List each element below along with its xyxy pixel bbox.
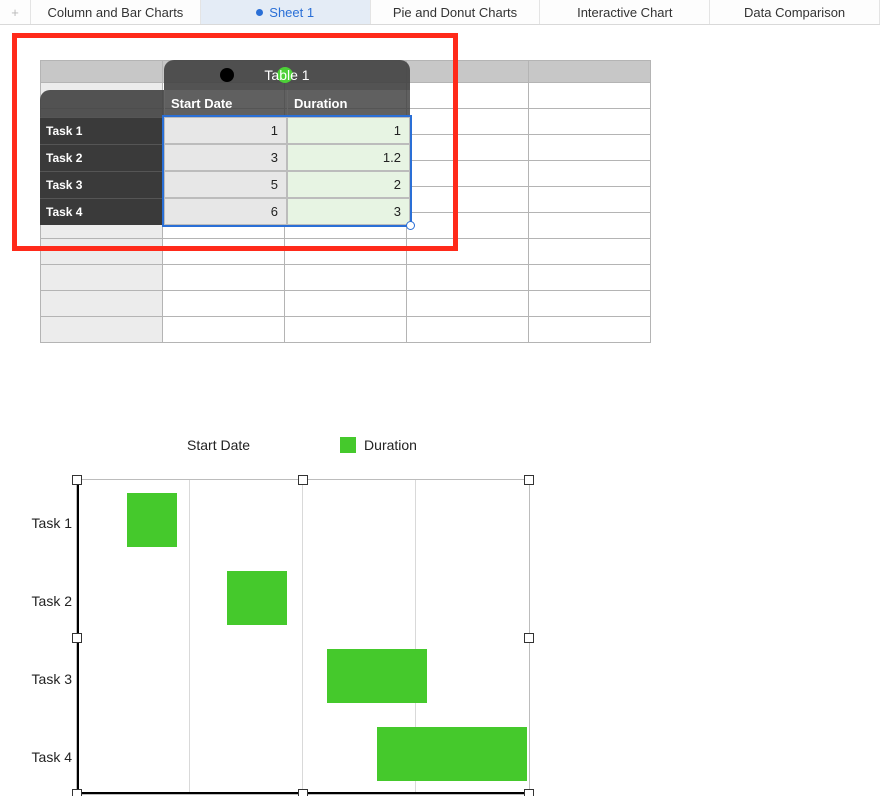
chart-bar-task3[interactable] bbox=[327, 649, 427, 703]
row-name-cell[interactable]: Task 3 bbox=[40, 171, 164, 198]
chart-bar-task1[interactable] bbox=[127, 493, 177, 547]
legend-label: Start Date bbox=[187, 437, 250, 453]
chart-resize-handle[interactable] bbox=[298, 789, 308, 796]
tab-label: Sheet 1 bbox=[269, 5, 314, 20]
row-name-cell[interactable]: Task 2 bbox=[40, 144, 164, 171]
tab-label: Data Comparison bbox=[744, 5, 845, 20]
tab-label: Interactive Chart bbox=[577, 5, 672, 20]
chart-resize-handle[interactable] bbox=[524, 475, 534, 485]
tab-interactive-chart[interactable]: Interactive Chart bbox=[540, 0, 710, 24]
chart-resize-handle[interactable] bbox=[524, 633, 534, 643]
table-title-bar[interactable]: Table 1 bbox=[164, 60, 410, 90]
chart-legend: Start Date Duration bbox=[22, 437, 582, 453]
table-header-row: Start Date Duration bbox=[40, 90, 410, 117]
header-duration[interactable]: Duration bbox=[287, 90, 410, 117]
header-empty[interactable] bbox=[40, 90, 164, 117]
legend-swatch-icon bbox=[340, 437, 356, 453]
y-axis-label: Task 2 bbox=[22, 593, 72, 609]
chart-bar-task2[interactable] bbox=[227, 571, 287, 625]
tab-label: Column and Bar Charts bbox=[47, 5, 183, 20]
chart-resize-handle[interactable] bbox=[524, 789, 534, 796]
legend-item-duration[interactable]: Duration bbox=[340, 437, 417, 453]
tab-data-comparison[interactable]: Data Comparison bbox=[710, 0, 880, 24]
selection-handle[interactable] bbox=[406, 221, 415, 230]
row-name-cell[interactable]: Task 4 bbox=[40, 198, 164, 225]
y-axis-label: Task 3 bbox=[22, 671, 72, 687]
tab-pie-donut-charts[interactable]: Pie and Donut Charts bbox=[371, 0, 541, 24]
tab-sheet-1[interactable]: Sheet 1 bbox=[201, 0, 371, 24]
legend-item-start-date[interactable]: Start Date bbox=[187, 437, 250, 453]
gridline bbox=[189, 480, 190, 794]
chart-resize-handle[interactable] bbox=[72, 633, 82, 643]
chart-plot-area[interactable] bbox=[76, 479, 530, 795]
active-tab-dot-icon bbox=[256, 9, 263, 16]
selection-rectangle bbox=[164, 117, 410, 225]
chart-bar-task4[interactable] bbox=[377, 727, 527, 781]
y-axis-label: Task 4 bbox=[22, 749, 72, 765]
add-sheet-button[interactable]: + bbox=[0, 0, 31, 24]
sheet-tab-bar: + Column and Bar Charts Sheet 1 Pie and … bbox=[0, 0, 880, 25]
legend-label: Duration bbox=[364, 437, 417, 453]
tab-label: Pie and Donut Charts bbox=[393, 5, 517, 20]
y-axis-label: Task 1 bbox=[22, 515, 72, 531]
chart-resize-handle[interactable] bbox=[72, 789, 82, 796]
workspace: Table 1 Start Date Duration Task 1 1 1 T… bbox=[0, 25, 880, 796]
row-name-cell[interactable]: Task 1 bbox=[40, 117, 164, 144]
gridline bbox=[302, 480, 303, 794]
chart-resize-handle[interactable] bbox=[72, 475, 82, 485]
table-title: Table 1 bbox=[264, 67, 309, 83]
header-start-date[interactable]: Start Date bbox=[164, 90, 287, 117]
tab-column-bar-charts[interactable]: Column and Bar Charts bbox=[31, 0, 201, 24]
series-color-dot-black-icon bbox=[220, 68, 234, 82]
chart-resize-handle[interactable] bbox=[298, 475, 308, 485]
gantt-chart[interactable]: Start Date Duration Task 1 Task 2 Task 3… bbox=[22, 437, 582, 795]
